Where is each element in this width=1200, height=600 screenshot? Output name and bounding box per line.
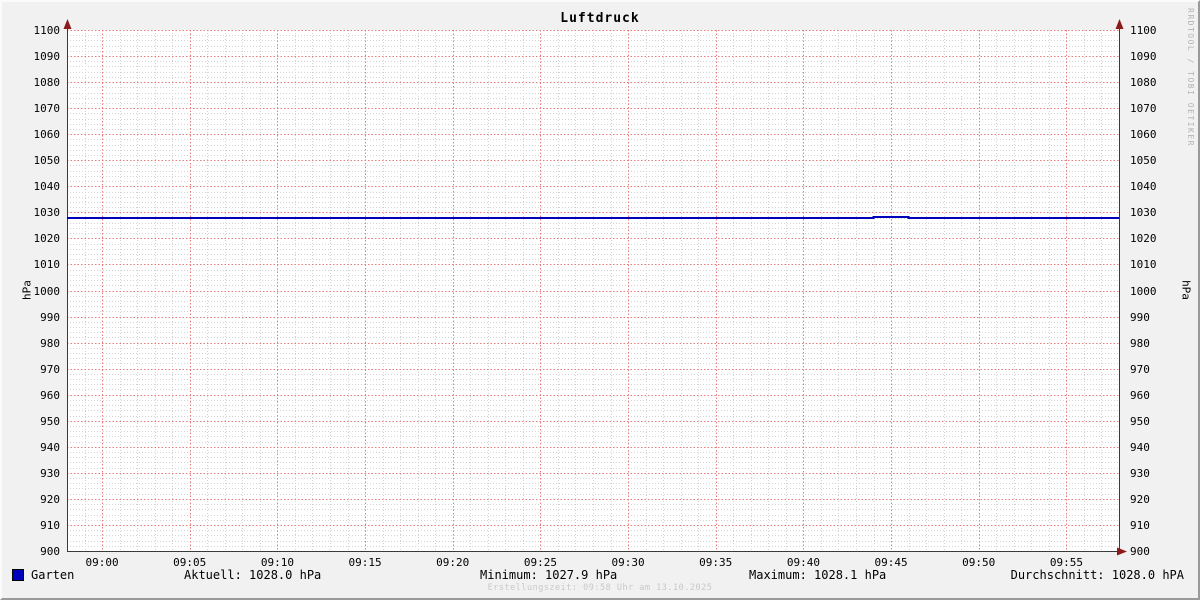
rrdtool-watermark: RRDTOOL / TOBI OETIKER bbox=[1186, 8, 1195, 147]
svg-text:950: 950 bbox=[1130, 415, 1150, 428]
svg-text:930: 930 bbox=[40, 467, 60, 480]
stat-aktuell: Aktuell: 1028.0 hPa bbox=[184, 568, 322, 582]
svg-text:970: 970 bbox=[1130, 363, 1150, 376]
svg-text:1000: 1000 bbox=[1130, 285, 1157, 298]
svg-text:920: 920 bbox=[1130, 493, 1150, 506]
svg-text:1050: 1050 bbox=[34, 154, 61, 167]
series-color-swatch bbox=[12, 569, 24, 581]
series-label: Garten bbox=[31, 568, 75, 582]
svg-text:900: 900 bbox=[40, 545, 60, 558]
pressure-graph: 900 910 920 930 940 950 960 970 980 990 1000 1010 10… bbox=[0, 0, 1200, 600]
svg-text:1090: 1090 bbox=[34, 50, 61, 63]
svg-text:930: 930 bbox=[1130, 467, 1150, 480]
svg-text:920: 920 bbox=[40, 493, 60, 506]
stat-durchschnitt: Durchschnitt: 1028.0 hPA bbox=[1010, 568, 1184, 582]
svg-text:1020: 1020 bbox=[1130, 232, 1157, 245]
svg-text:1030: 1030 bbox=[34, 206, 61, 219]
chart-canvas: 900 910 920 930 940 950 960 970 980 990 1000 1010 10… bbox=[34, 19, 1157, 569]
svg-text:980: 980 bbox=[40, 337, 60, 350]
svg-text:1060: 1060 bbox=[1130, 128, 1157, 141]
svg-text:960: 960 bbox=[1130, 389, 1150, 402]
svg-text:1040: 1040 bbox=[34, 180, 61, 193]
y-tick-labels-right: 900 910 920 930 940 950 960 970 980 990 1000 1010 10… bbox=[1130, 24, 1157, 558]
svg-text:960: 960 bbox=[40, 389, 60, 402]
svg-text:910: 910 bbox=[1130, 519, 1150, 532]
svg-text:940: 940 bbox=[1130, 441, 1150, 454]
svg-text:1090: 1090 bbox=[1130, 50, 1157, 63]
svg-text:990: 990 bbox=[1130, 311, 1150, 324]
stat-maximum: Maximum: 1028.1 hPa bbox=[749, 568, 887, 582]
svg-text:1070: 1070 bbox=[1130, 102, 1157, 115]
stat-minimum: Minimum: 1027.9 hPa bbox=[480, 568, 618, 582]
svg-text:910: 910 bbox=[40, 519, 60, 532]
creation-time: Erstellungszeit: 09:58 Uhr am 13.10.2025 bbox=[487, 583, 713, 593]
svg-text:1080: 1080 bbox=[1130, 76, 1157, 89]
svg-text:900: 900 bbox=[1130, 545, 1150, 558]
svg-text:1010: 1010 bbox=[1130, 258, 1157, 271]
svg-text:1030: 1030 bbox=[1130, 206, 1157, 219]
svg-text:1080: 1080 bbox=[34, 76, 61, 89]
y-tick-labels-left: 900 910 920 930 940 950 960 970 980 990 1000 1010 10… bbox=[34, 24, 61, 558]
svg-text:1070: 1070 bbox=[34, 102, 61, 115]
svg-text:1050: 1050 bbox=[1130, 154, 1157, 167]
svg-text:940: 940 bbox=[40, 441, 60, 454]
svg-text:970: 970 bbox=[40, 363, 60, 376]
svg-text:990: 990 bbox=[40, 311, 60, 324]
svg-text:1020: 1020 bbox=[34, 232, 61, 245]
svg-text:1060: 1060 bbox=[34, 128, 61, 141]
legend: Garten Aktuell: 1028.0 hPa Minimum: 1027… bbox=[2, 568, 1198, 584]
svg-text:950: 950 bbox=[40, 415, 60, 428]
svg-text:980: 980 bbox=[1130, 337, 1150, 350]
svg-text:1010: 1010 bbox=[34, 258, 61, 271]
chart-title: Luftdruck bbox=[560, 11, 640, 26]
series-line-garten bbox=[67, 216, 1119, 219]
y-axis-unit-left: hPa bbox=[20, 280, 34, 300]
legend-series: Garten bbox=[12, 568, 74, 582]
y-axis-unit-right: hPa bbox=[1179, 280, 1193, 300]
svg-text:1000: 1000 bbox=[34, 285, 61, 298]
svg-text:1040: 1040 bbox=[1130, 180, 1157, 193]
